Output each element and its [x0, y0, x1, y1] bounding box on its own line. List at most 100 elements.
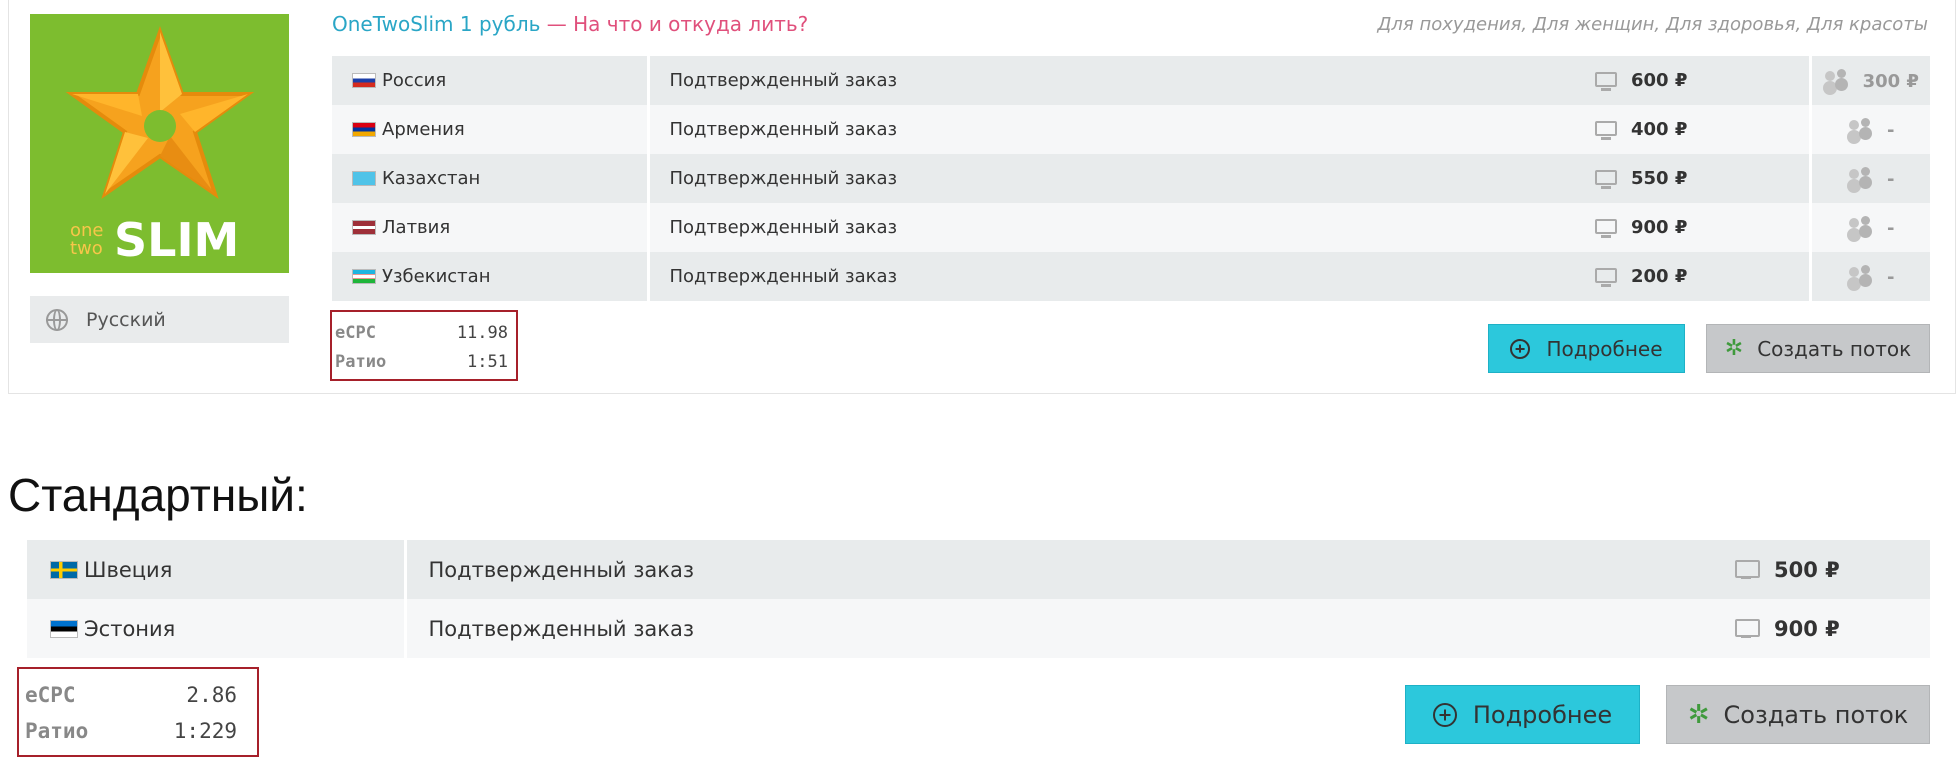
web-price-cell: 500 ₽ — [1735, 540, 1930, 599]
plus-circle-icon — [1432, 702, 1457, 727]
country-name: Эстония — [84, 616, 176, 641]
language-badge: Русский — [30, 296, 289, 343]
offer-categories: Для похудения, Для женщин, Для здоровья,… — [1377, 14, 1928, 35]
offer-title-subtitle[interactable]: — На что и откуда лить? — [540, 12, 809, 36]
country-cell: Узбекистан — [332, 252, 648, 301]
country-name: Казахстан — [382, 168, 481, 189]
country-cell: Армения — [332, 105, 648, 154]
mobile-price-cell: - — [1808, 203, 1930, 252]
logo-text-two: two — [70, 238, 103, 259]
gear-icon: ✲ — [1724, 336, 1744, 361]
offer-title-link[interactable]: OneTwoSlim 1 рубль — [332, 12, 540, 36]
web-price: 200 ₽ — [1631, 266, 1688, 287]
goal-cell: Подтвержденный заказ — [403, 540, 1735, 599]
ratio-label: Ратио — [25, 719, 89, 743]
flag-kazakhstan-icon — [352, 171, 376, 186]
offer2-geo-table: Швеция Подтвержденный заказ 500 ₽ Эстони… — [27, 540, 1930, 658]
web-price: 500 ₽ — [1774, 557, 1840, 582]
flag-armenia-icon — [352, 122, 376, 137]
table-row: Латвия Подтвержденный заказ 900 ₽ - — [332, 203, 1930, 252]
ecpc-value: 11.98 — [456, 323, 508, 343]
goal-cell: Подтвержденный заказ — [646, 203, 1568, 252]
create-flow-label: Создать поток — [1723, 700, 1909, 729]
mobile-price-cell: - — [1808, 105, 1930, 154]
mobile-price-cell: - — [1808, 252, 1930, 301]
mobile-price-cell: - — [1808, 154, 1930, 203]
people-icon — [1847, 167, 1875, 189]
country-cell: Казахстан — [332, 154, 648, 203]
goal-cell: Подтвержденный заказ — [646, 105, 1568, 154]
mobile-price: - — [1887, 218, 1895, 239]
table-row: Казахстан Подтвержденный заказ 550 ₽ - — [332, 154, 1930, 203]
country-name: Узбекистан — [382, 266, 491, 287]
create-flow-label: Создать поток — [1757, 336, 1912, 361]
web-price-cell: 900 ₽ — [1735, 599, 1930, 658]
flag-russia-icon — [352, 73, 376, 88]
offer-logo[interactable]: one two SLIM — [30, 14, 289, 273]
mobile-price: - — [1887, 169, 1895, 190]
offer1-geo-table: Россия Подтвержденный заказ 600 ₽ 300 ₽ … — [332, 56, 1930, 301]
monitor-icon — [1595, 219, 1617, 238]
ecpc-label: eCPC — [335, 323, 376, 343]
web-price-cell: 550 ₽ — [1568, 154, 1810, 203]
create-flow-button[interactable]: ✲ Создать поток — [1706, 324, 1930, 373]
country-cell: Россия — [332, 56, 648, 105]
ratio-row: Ратио 1:229 — [25, 713, 237, 749]
language-label: Русский — [86, 308, 166, 331]
goal-cell: Подтвержденный заказ — [403, 599, 1735, 658]
country-cell: Эстония — [27, 599, 405, 658]
table-row: Армения Подтвержденный заказ 400 ₽ - — [332, 105, 1930, 154]
web-price-cell: 900 ₽ — [1568, 203, 1810, 252]
web-price: 900 ₽ — [1774, 616, 1840, 641]
gear-icon: ✲ — [1687, 699, 1710, 730]
web-price: 600 ₽ — [1631, 70, 1688, 91]
mobile-price: 300 ₽ — [1862, 71, 1919, 92]
flag-sweden-icon — [50, 560, 78, 579]
ratio-row: Ратио 1:51 — [335, 348, 508, 377]
web-price-cell: 400 ₽ — [1568, 105, 1810, 154]
offer1-stats-box: eCPC 11.98 Ратио 1:51 — [330, 310, 518, 381]
ecpc-label: eCPC — [25, 683, 76, 707]
country-name: Россия — [382, 70, 447, 91]
country-name: Армения — [382, 119, 465, 140]
flag-latvia-icon — [352, 220, 376, 235]
more-details-button[interactable]: Подробнее — [1405, 685, 1640, 744]
monitor-icon — [1595, 72, 1617, 91]
ratio-label: Ратио — [335, 352, 387, 372]
logo-text-slim: SLIM — [114, 213, 239, 267]
star-ribbon-logo-icon: one two SLIM — [30, 14, 289, 273]
offer-title[interactable]: OneTwoSlim 1 рубль — На что и откуда лит… — [332, 12, 808, 36]
web-price: 400 ₽ — [1631, 119, 1688, 140]
table-row: Россия Подтвержденный заказ 600 ₽ 300 ₽ — [332, 56, 1930, 105]
ratio-value: 1:51 — [467, 352, 508, 372]
create-flow-button[interactable]: ✲ Создать поток — [1666, 685, 1930, 744]
more-details-label: Подробнее — [1472, 700, 1613, 729]
mobile-price-cell: 300 ₽ — [1808, 56, 1930, 105]
people-icon — [1847, 118, 1875, 140]
monitor-icon — [1735, 618, 1760, 638]
plus-circle-icon — [1510, 338, 1531, 359]
web-price-cell: 600 ₽ — [1568, 56, 1810, 105]
table-row: Эстония Подтвержденный заказ 900 ₽ — [27, 599, 1930, 658]
goal-cell: Подтвержденный заказ — [646, 56, 1568, 105]
ecpc-value: 2.86 — [186, 683, 237, 707]
web-price-cell: 200 ₽ — [1568, 252, 1810, 301]
goal-cell: Подтвержденный заказ — [646, 154, 1568, 203]
people-icon — [1847, 216, 1875, 238]
more-details-label: Подробнее — [1546, 336, 1663, 361]
country-cell: Латвия — [332, 203, 648, 252]
monitor-icon — [1595, 268, 1617, 287]
monitor-icon — [1595, 121, 1617, 140]
web-price: 550 ₽ — [1631, 168, 1688, 189]
ecpc-row: eCPC 11.98 — [335, 319, 508, 348]
ecpc-row: eCPC 2.86 — [25, 677, 237, 713]
flag-estonia-icon — [50, 619, 78, 638]
flag-uzbekistan-icon — [352, 269, 376, 284]
section-heading: Стандартный: — [8, 469, 308, 521]
people-icon — [1847, 265, 1875, 287]
people-icon — [1823, 69, 1851, 91]
more-details-button[interactable]: Подробнее — [1488, 324, 1685, 373]
country-cell: Швеция — [27, 540, 405, 599]
country-name: Швеция — [84, 557, 173, 582]
mobile-price: - — [1887, 120, 1895, 141]
